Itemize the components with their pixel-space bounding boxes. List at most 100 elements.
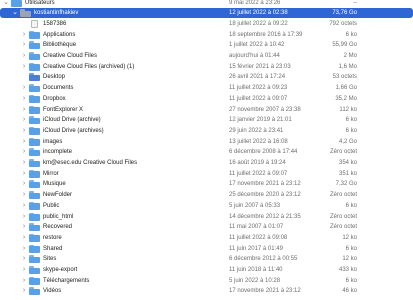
chevron-right-icon[interactable]: ›	[20, 115, 28, 125]
chevron-right-icon[interactable]: ›	[20, 158, 28, 168]
folder-icon	[29, 276, 40, 285]
item-size: 35,2 Mo	[335, 95, 357, 102]
item-date-modified: 27 novembre 2007 à 23:38	[229, 106, 301, 113]
chevron-right-icon[interactable]: ›	[20, 222, 28, 232]
item-size: --	[353, 0, 357, 6]
item-date-modified: 9 mai 2022 à 23:26	[229, 0, 281, 6]
chevron-right-icon[interactable]: ›	[20, 179, 28, 189]
item-name: Recovered	[43, 224, 73, 231]
list-item[interactable]: ⌄ Utilisateurs 9 mai 2022 à 23:26 --	[0, 0, 413, 8]
chevron-right-icon[interactable]: ›	[20, 147, 28, 157]
chevron-right-icon[interactable]: ›	[20, 254, 28, 264]
item-date-modified: 29 juin 2022 à 23:41	[229, 127, 284, 134]
item-name: Creative Cloud Files	[43, 53, 98, 59]
chevron-right-icon[interactable]: ›	[20, 137, 28, 147]
item-date-modified: 11 juin 2018 à 11:40	[229, 267, 283, 273]
item-date-modified: 14 décembre 2012 à 21:35	[229, 213, 301, 220]
folder-icon	[29, 126, 40, 135]
item-date-modified: 13 juillet 2022 à 16:08	[229, 138, 288, 145]
chevron-right-icon[interactable]: ›	[20, 169, 28, 179]
item-size: 12 ko	[342, 256, 357, 263]
list-item[interactable]: › Téléchargements 5 juin 2022 à 10:28 6 ko	[0, 276, 413, 286]
item-name: Mirror	[43, 170, 59, 177]
list-item[interactable]: › NewFolder 25 décembre 2020 à 23:12 Zéro o…	[0, 190, 413, 200]
item-date-modified: 15 février 2021 à 23:03	[229, 63, 291, 70]
item-size: 73,76 Go	[332, 10, 357, 17]
item-name: Applications	[43, 31, 76, 38]
list-item[interactable]: › Mirror 11 juillet 2022 à 09:07 351 ko	[0, 169, 413, 179]
item-name: Public	[43, 202, 60, 209]
item-date-modified: aujourd'hui à 01:44	[229, 53, 280, 59]
list-item[interactable]: › images 13 juillet 2022 à 16:08 4,2 Go	[0, 137, 413, 147]
list-item[interactable]: › Musique 17 novembre 2021 à 23:12 7,32 Go	[0, 179, 413, 189]
folder-icon	[29, 266, 40, 274]
chevron-right-icon[interactable]: ›	[20, 286, 28, 296]
list-item[interactable]: › skype-export 11 juin 2018 à 11:40 433 ko	[0, 265, 413, 275]
list-item[interactable]: › km@esec.edu Creative Cloud Files 16 août…	[0, 158, 413, 168]
chevron-right-icon[interactable]: ›	[20, 30, 28, 40]
list-item[interactable]: › public_html 14 décembre 2012 à 21:35 Zéro…	[0, 212, 413, 222]
item-size: 6 ko	[345, 245, 357, 252]
list-item[interactable]: › Applications 18 septembre 2016 à 17:39 6 …	[0, 30, 413, 40]
chevron-right-icon[interactable]: ›	[20, 94, 28, 104]
item-name: Dropbox	[43, 95, 66, 102]
item-size: 6 ko	[345, 202, 357, 209]
chevron-right-icon[interactable]: ›	[20, 276, 28, 286]
list-item[interactable]: › Bibliothèque 1 juillet 2022 à 10:42 55,99…	[0, 40, 413, 50]
list-item[interactable]: › Dropbox 11 juillet 2022 à 09:07 35,2 Mo	[0, 94, 413, 104]
item-name: Vidéos	[43, 288, 62, 295]
chevron-right-icon[interactable]: ›	[20, 201, 28, 211]
item-size: 351 ko	[338, 170, 357, 177]
chevron-down-icon[interactable]: ⌄	[11, 8, 19, 18]
item-date-modified: 6 décembre 2012 à 00:55	[229, 256, 298, 263]
item-date-modified: 5 juin 2007 à 05:33	[229, 202, 281, 209]
chevron-down-icon[interactable]: ⌄	[2, 0, 10, 8]
chevron-right-icon[interactable]: ›	[20, 62, 28, 72]
folder-icon	[29, 30, 40, 39]
chevron-right-icon[interactable]: ›	[20, 126, 28, 136]
folder-icon	[29, 201, 40, 210]
chevron-right-icon[interactable]: ›	[20, 233, 28, 243]
list-item[interactable]: › iCloud Drive (archives) 29 juin 2022 à 2…	[0, 126, 413, 136]
item-date-modified: 1 juillet 2022 à 10:42	[229, 42, 285, 49]
item-date-modified: 12 juillet 2022 à 02:38	[229, 10, 288, 17]
item-date-modified: 16 août 2019 à 19:24	[229, 160, 286, 166]
list-item[interactable]: › Sites 6 décembre 2012 à 00:55 12 ko	[0, 254, 413, 264]
item-size: 7,32 Go	[335, 181, 357, 188]
item-size: 112 ko	[339, 106, 357, 113]
item-date-modified: 11 juin 2017 à 01:49	[229, 245, 283, 252]
item-date-modified: 26 avril 2021 à 17:24	[229, 74, 286, 81]
list-item[interactable]: › Shared 11 juin 2017 à 01:49 6 ko	[0, 244, 413, 254]
chevron-right-icon[interactable]: ›	[20, 244, 28, 254]
chevron-right-icon[interactable]: ›	[20, 83, 28, 93]
chevron-right-icon[interactable]: ›	[20, 51, 28, 61]
item-name: Desktop	[43, 74, 66, 81]
folder-icon	[29, 159, 40, 167]
item-date-modified: 18 septembre 2016 à 17:39	[229, 31, 303, 38]
item-size: 433 ko	[338, 267, 357, 273]
list-item[interactable]: › Creative Cloud Files aujourd'hui à 01:44…	[0, 51, 413, 61]
list-item[interactable]: Desktop 26 avril 2021 à 17:24 53 octets	[0, 72, 413, 82]
list-item[interactable]: › incomplete 6 décembre 2008 à 17:44 Zéro o…	[0, 147, 413, 157]
list-item[interactable]: › Vidéos 17 novembre 2021 à 23:12 46 ko	[0, 286, 413, 296]
chevron-right-icon[interactable]: ›	[20, 40, 28, 50]
folder-icon	[11, 0, 22, 7]
list-item[interactable]: › Recovered 11 mai 2007 à 01:07 Zéro octet	[0, 222, 413, 232]
list-item[interactable]: › restore 11 juillet 2022 à 09:08 12 ko	[0, 233, 413, 243]
list-item[interactable]: › Creative Cloud Files (archived) (1) 15 f…	[0, 62, 413, 72]
list-item[interactable]: ⌄ kostiantinfhakiev 12 juillet 2022 à 02:3…	[0, 8, 413, 19]
list-item[interactable]: › Documents 11 juillet 2022 à 09:23 1,66 Go	[0, 83, 413, 93]
chevron-right-icon[interactable]: ›	[20, 190, 28, 200]
chevron-right-icon[interactable]: ›	[20, 105, 28, 115]
item-name: Musique	[43, 181, 66, 188]
item-size: 6 ko	[345, 277, 357, 284]
item-date-modified: 11 mai 2007 à 01:07	[229, 224, 284, 231]
chevron-right-icon[interactable]: ›	[20, 212, 28, 222]
list-item[interactable]: › Public 5 juin 2007 à 05:33 6 ko	[0, 201, 413, 211]
item-name: km@esec.edu Creative Cloud Files	[43, 160, 138, 166]
list-item[interactable]: › iCloud Drive (archive) 12 janvier 2019 à…	[0, 115, 413, 125]
list-item[interactable]: › FontExplorer X 27 novembre 2007 à 23:38 1…	[0, 105, 413, 115]
item-size: 6 ko	[345, 117, 357, 124]
chevron-right-icon[interactable]: ›	[20, 265, 28, 275]
list-item[interactable]: 1587386 18 juillet 2022 à 09:22 792 octets	[0, 19, 413, 29]
